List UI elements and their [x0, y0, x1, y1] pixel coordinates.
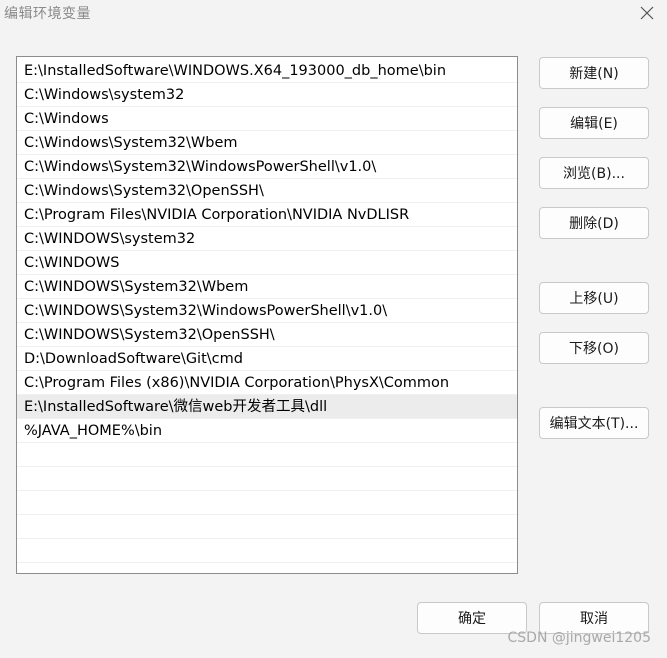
window-title: 编辑环境变量 — [4, 6, 91, 22]
path-list-item[interactable] — [17, 563, 517, 573]
path-list-item[interactable]: C:\Windows\system32 — [17, 83, 517, 107]
edit-environment-variable-dialog: 编辑环境变量 E:\InstalledSoftware\WINDOWS.X64_… — [0, 0, 667, 658]
path-list-item[interactable] — [17, 539, 517, 563]
path-list-item[interactable]: C:\WINDOWS — [17, 251, 517, 275]
move-down-button[interactable]: 下移(O) — [539, 332, 649, 364]
new-button[interactable]: 新建(N) — [539, 57, 649, 89]
path-list-item[interactable]: C:\WINDOWS\System32\OpenSSH\ — [17, 323, 517, 347]
path-list-item[interactable]: E:\InstalledSoftware\WINDOWS.X64_193000_… — [17, 59, 517, 83]
browse-button[interactable]: 浏览(B)... — [539, 157, 649, 189]
path-list-item[interactable]: C:\WINDOWS\system32 — [17, 227, 517, 251]
path-list-item[interactable]: C:\Program Files\NVIDIA Corporation\NVID… — [17, 203, 517, 227]
title-bar: 编辑环境变量 — [0, 0, 667, 28]
path-list-item[interactable]: C:\WINDOWS\System32\Wbem — [17, 275, 517, 299]
path-list-item[interactable]: %JAVA_HOME%\bin — [17, 419, 517, 443]
edit-button[interactable]: 编辑(E) — [539, 107, 649, 139]
watermark: CSDN @jingwei1205 — [507, 630, 652, 646]
path-list-item[interactable]: C:\Windows\System32\OpenSSH\ — [17, 179, 517, 203]
path-list-item[interactable]: C:\Program Files (x86)\NVIDIA Corporatio… — [17, 371, 517, 395]
path-list-item[interactable]: C:\Windows\System32\WindowsPowerShell\v1… — [17, 155, 517, 179]
path-list-item[interactable] — [17, 443, 517, 467]
path-list[interactable]: E:\InstalledSoftware\WINDOWS.X64_193000_… — [16, 56, 518, 574]
path-list-item[interactable] — [17, 491, 517, 515]
path-list-item[interactable]: C:\WINDOWS\System32\WindowsPowerShell\v1… — [17, 299, 517, 323]
path-list-item[interactable]: E:\InstalledSoftware\微信web开发者工具\dll — [17, 395, 517, 419]
delete-button[interactable]: 删除(D) — [539, 207, 649, 239]
move-up-button[interactable]: 上移(U) — [539, 282, 649, 314]
close-icon — [640, 6, 654, 20]
path-list-item[interactable]: C:\Windows\System32\Wbem — [17, 131, 517, 155]
edit-text-button[interactable]: 编辑文本(T)... — [539, 407, 649, 439]
path-list-item[interactable]: D:\DownloadSoftware\Git\cmd — [17, 347, 517, 371]
close-button[interactable] — [632, 2, 662, 24]
path-list-item[interactable]: C:\Windows — [17, 107, 517, 131]
path-list-item[interactable] — [17, 515, 517, 539]
path-list-item[interactable] — [17, 467, 517, 491]
